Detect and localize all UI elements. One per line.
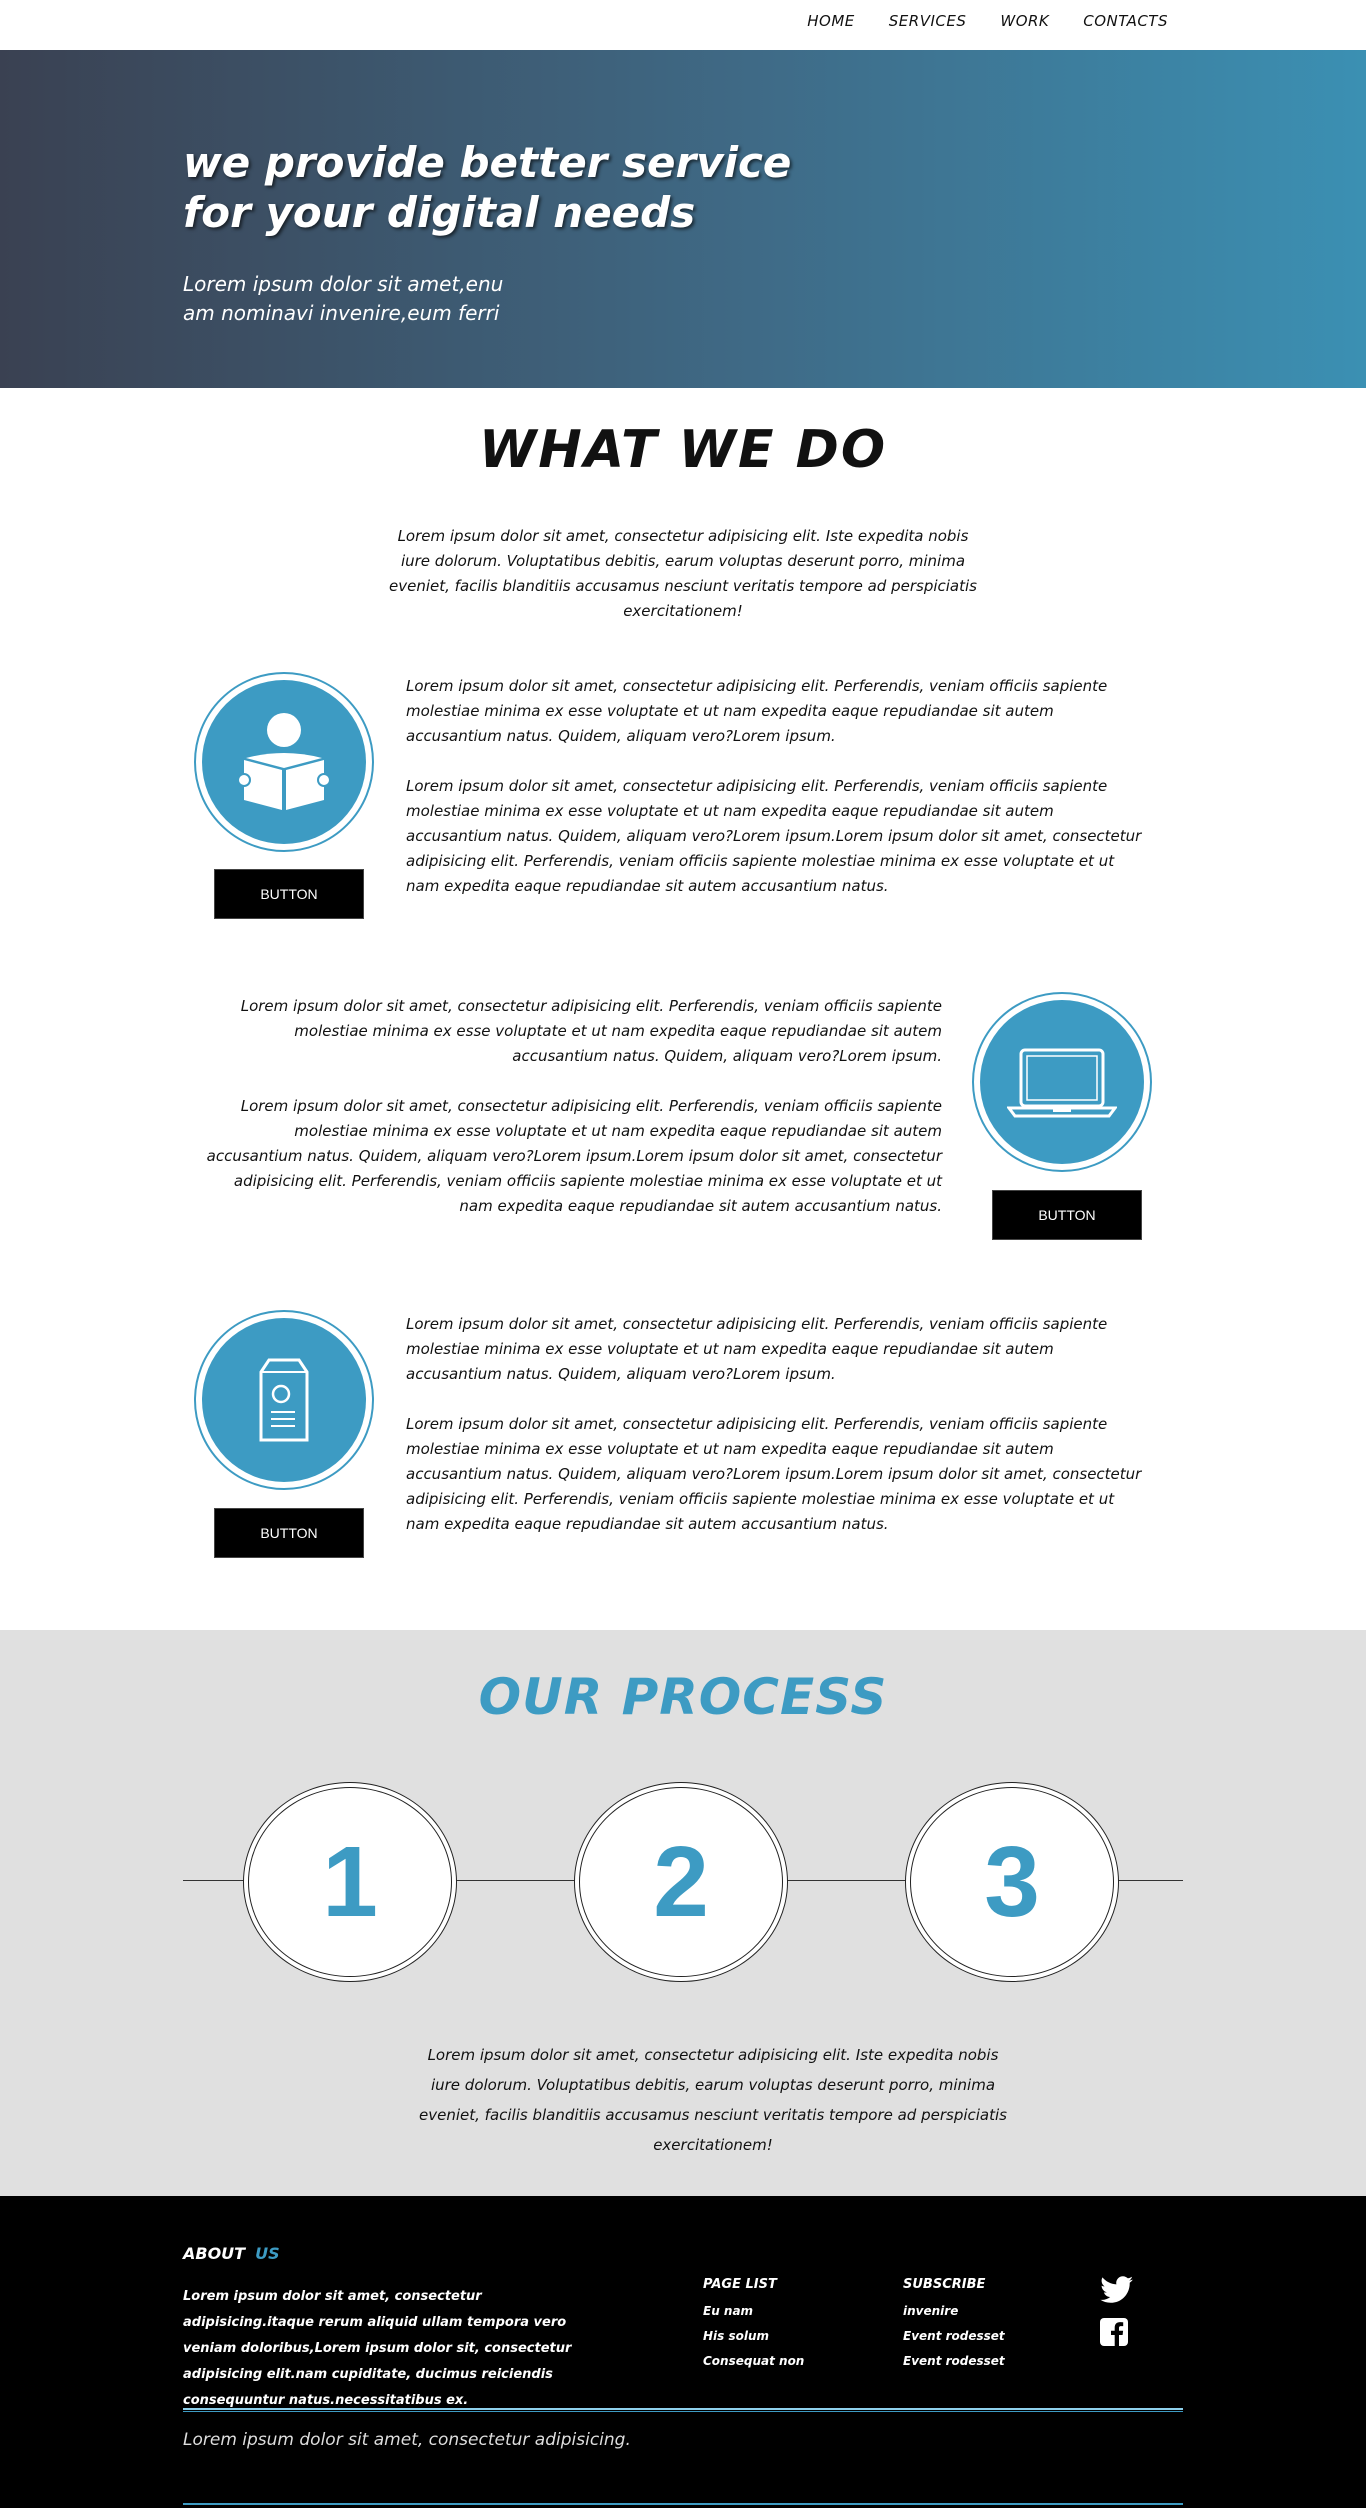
footer-bottom-line xyxy=(183,2503,1183,2505)
nav-work[interactable]: WORK xyxy=(1000,12,1049,30)
page-list-heading: PAGE LIST xyxy=(703,2277,777,2292)
feature-text: Lorem ipsum dolor sit amet, consectetur … xyxy=(202,994,942,1219)
laptop-icon xyxy=(1007,1048,1117,1118)
nav-home[interactable]: HOME xyxy=(807,12,855,30)
twitter-icon[interactable] xyxy=(1100,2276,1134,2304)
feature-button[interactable]: BUTTON xyxy=(214,869,364,919)
subscribe-column: SUBSCRIBE invenire Event rodesset Event … xyxy=(903,2272,1005,2374)
page-list-link[interactable]: Consequat non xyxy=(703,2349,804,2374)
what-we-do-section: WHAT WE DO Lorem ipsum dolor sit amet, c… xyxy=(0,410,1366,1630)
top-nav: HOME SERVICES WORK CONTACTS xyxy=(0,0,1366,50)
subscribe-link[interactable]: Event rodesset xyxy=(903,2349,1005,2374)
process-step: 3 xyxy=(905,1782,1119,1982)
hero-title-line2: for your digital needs xyxy=(183,188,696,237)
subscribe-link[interactable]: Event rodesset xyxy=(903,2324,1005,2349)
hero-banner: we provide better service for your digit… xyxy=(0,50,1366,388)
hero-title: we provide better service for your digit… xyxy=(183,138,883,238)
feature-paragraph: Lorem ipsum dolor sit amet, consectetur … xyxy=(206,1097,942,1215)
site-footer: ABOUT US Lorem ipsum dolor sit amet, cons… xyxy=(0,2196,1366,2508)
process-step-number: 2 xyxy=(579,1787,783,1977)
feature-icon-ring xyxy=(972,992,1152,1172)
reader-icon xyxy=(238,713,330,810)
process-step-number: 3 xyxy=(910,1787,1114,1977)
feature-paragraph: Lorem ipsum dolor sit amet, consectetur … xyxy=(406,677,1108,745)
hero-subtitle-line1: Lorem ipsum dolor sit amet,enu xyxy=(183,272,504,296)
about-text: Lorem ipsum dolor sit amet, consectetur … xyxy=(183,2289,572,2408)
feature-icon-circle xyxy=(980,1000,1144,1164)
feature-block: BUTTON Lorem ipsum dolor sit amet, conse… xyxy=(0,1308,1366,1630)
feature-icon-circle xyxy=(202,1318,366,1482)
page-list-column: PAGE LIST Eu nam His solum Consequat non xyxy=(703,2272,804,2374)
about-label: ABOUT xyxy=(183,2244,246,2263)
hero-subtitle: Lorem ipsum dolor sit amet,enu am nomina… xyxy=(183,270,603,328)
feature-paragraph: Lorem ipsum dolor sit amet, consectetur … xyxy=(406,777,1142,895)
feature-icon-ring xyxy=(194,1310,374,1490)
section-title: WHAT WE DO xyxy=(478,420,888,480)
package-icon xyxy=(259,1358,309,1442)
about-heading: ABOUT US xyxy=(183,2244,280,2263)
feature-button[interactable]: BUTTON xyxy=(992,1190,1142,1240)
process-step: 2 xyxy=(574,1782,788,1982)
page-list-link[interactable]: His solum xyxy=(703,2324,804,2349)
hero-subtitle-line2: am nominavi invenire,eum ferri xyxy=(183,301,500,325)
process-title: OUR PROCESS xyxy=(478,1668,888,1726)
feature-icon-ring xyxy=(194,672,374,852)
about-us-label: US xyxy=(255,2244,280,2263)
process-description: Lorem ipsum dolor sit amet, consectetur … xyxy=(419,2046,1007,2154)
subscribe-link[interactable]: invenire xyxy=(903,2299,1005,2324)
nav-contacts[interactable]: CONTACTS xyxy=(1083,12,1168,30)
process-section: OUR PROCESS 1 2 3 Lorem ipsum dolor sit … xyxy=(0,1630,1366,2196)
subscribe-heading: SUBSCRIBE xyxy=(903,2277,986,2292)
page-list-link[interactable]: Eu nam xyxy=(703,2299,804,2324)
hero-title-line1: we provide better service xyxy=(183,138,792,187)
facebook-icon[interactable] xyxy=(1100,2318,1128,2346)
social-links xyxy=(1100,2276,1134,2346)
footer-divider xyxy=(183,2408,1183,2412)
feature-block: BUTTON Lorem ipsum dolor sit amet, conse… xyxy=(0,664,1366,986)
section-intro: Lorem ipsum dolor sit amet, consectetur … xyxy=(389,527,977,620)
footer-copyright: Lorem ipsum dolor sit amet, consectetur … xyxy=(183,2430,631,2450)
process-step-number: 1 xyxy=(248,1787,452,1977)
feature-text: Lorem ipsum dolor sit amet, consectetur … xyxy=(406,1312,1146,1537)
feature-paragraph: Lorem ipsum dolor sit amet, consectetur … xyxy=(240,997,942,1065)
process-step: 1 xyxy=(243,1782,457,1982)
feature-icon-circle xyxy=(202,680,366,844)
feature-paragraph: Lorem ipsum dolor sit amet, consectetur … xyxy=(406,1415,1142,1533)
feature-text: Lorem ipsum dolor sit amet, consectetur … xyxy=(406,674,1146,899)
feature-block: Lorem ipsum dolor sit amet, consectetur … xyxy=(0,986,1366,1308)
nav-menu: HOME SERVICES WORK CONTACTS xyxy=(807,12,1168,30)
nav-services[interactable]: SERVICES xyxy=(889,12,967,30)
feature-button[interactable]: BUTTON xyxy=(214,1508,364,1558)
feature-paragraph: Lorem ipsum dolor sit amet, consectetur … xyxy=(406,1315,1108,1383)
